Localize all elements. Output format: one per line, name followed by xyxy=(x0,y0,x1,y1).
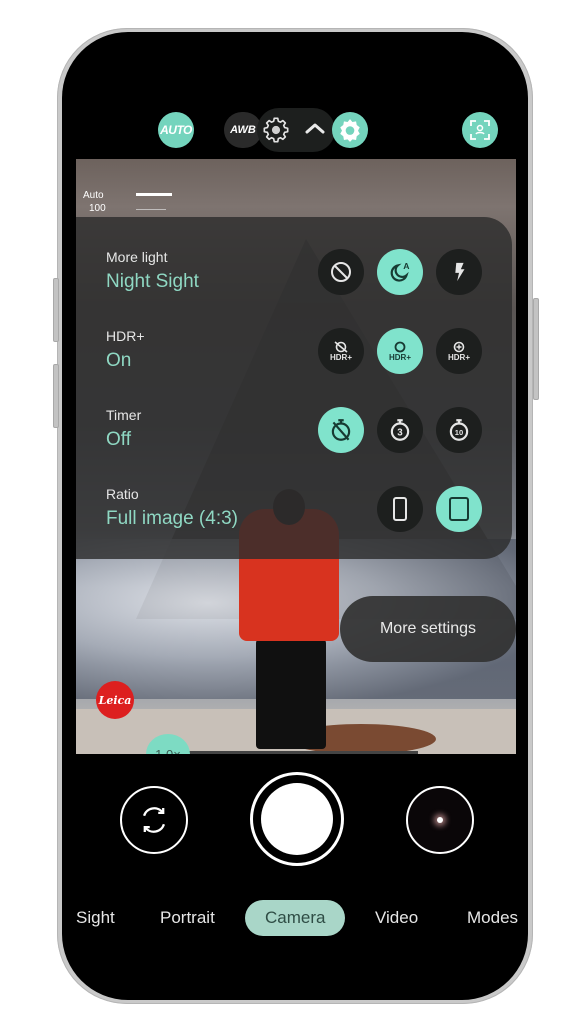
shutter-inner xyxy=(261,783,333,855)
hdr-option-text: HDR+ xyxy=(447,352,470,362)
hdr-enhanced-option[interactable]: HDR+ xyxy=(436,328,482,374)
lens-scan-button[interactable] xyxy=(462,112,498,148)
viewfinder[interactable]: Auto 100 More light Night Sight A HDR+ O… xyxy=(76,159,516,754)
ratio-16-9-icon xyxy=(393,497,407,521)
setting-value: Full image (4:3) xyxy=(106,508,238,529)
scene-person-legs xyxy=(256,639,326,749)
quick-settings-panel: More light Night Sight A HDR+ On HDR+ HD… xyxy=(76,217,512,559)
more-settings-label: More settings xyxy=(379,620,477,637)
setting-row-ratio: Ratio Full image (4:3) xyxy=(106,486,238,530)
hdr-on-icon xyxy=(394,341,406,352)
exposure-gear-button[interactable] xyxy=(332,112,368,148)
zoom-slider-track[interactable] xyxy=(188,751,418,754)
switch-camera-icon xyxy=(143,807,165,833)
side-button-left-upper xyxy=(53,278,59,342)
night-sight-auto-icon: A xyxy=(390,261,410,282)
lens-scan-icon xyxy=(470,120,490,140)
hdr-enhanced-icon xyxy=(453,341,465,352)
ratio-4-3-icon xyxy=(449,497,469,521)
more-settings-button[interactable]: More settings xyxy=(340,596,516,662)
chevron-up-icon[interactable] xyxy=(304,120,326,136)
setting-value: On xyxy=(106,350,132,371)
mode-camera[interactable]: Camera xyxy=(245,900,346,936)
mode-video[interactable]: Video xyxy=(375,900,418,936)
svg-text:A: A xyxy=(403,261,410,271)
setting-row-timer: Timer Off xyxy=(106,407,141,451)
iso-value: 100 xyxy=(89,203,106,214)
setting-value: Night Sight xyxy=(106,271,199,292)
setting-value: Off xyxy=(106,429,131,450)
flash-auto-label: AUTO xyxy=(160,123,192,137)
switch-camera-button[interactable] xyxy=(120,786,188,854)
leica-logo: Leica xyxy=(98,693,132,707)
side-button-right xyxy=(533,298,539,400)
flash-auto-button[interactable]: AUTO xyxy=(158,112,194,148)
setting-row-hdr: HDR+ On xyxy=(106,328,145,372)
camera-screen: AUTO AWB Auto 100 More light Night Sight… xyxy=(62,32,528,1000)
phone-frame: AUTO AWB Auto 100 More light Night Sight… xyxy=(53,28,539,1004)
flash-on-option[interactable] xyxy=(436,249,482,295)
night-sight-auto-option[interactable]: A xyxy=(377,249,423,295)
setting-label: HDR+ xyxy=(106,328,145,344)
timer-3-icon: 3 xyxy=(390,419,410,441)
hdr-option-text: HDR+ xyxy=(388,352,411,362)
timer-off-icon xyxy=(331,419,351,441)
hdr-option-text: HDR+ xyxy=(329,352,352,362)
leica-badge[interactable]: Leica xyxy=(96,681,134,719)
flash-off-icon xyxy=(331,262,351,282)
timer-3-option[interactable]: 3 xyxy=(377,407,423,453)
ratio-4-3-option[interactable] xyxy=(436,486,482,532)
exposure-gear-icon xyxy=(340,119,360,142)
hdr-off-icon xyxy=(334,340,348,353)
flash-on-icon xyxy=(455,262,465,282)
zoom-level-label: 1.0× xyxy=(155,746,181,755)
timer-off-option[interactable] xyxy=(318,407,364,453)
ratio-16-9-option[interactable] xyxy=(377,486,423,532)
exposure-mode: Auto xyxy=(83,190,104,201)
mode-night-sight[interactable]: Sight xyxy=(76,900,115,936)
setting-row-more-light: More light Night Sight xyxy=(106,249,199,293)
mode-selector: Sight Portrait Camera Video Modes xyxy=(62,900,528,936)
exposure-slider-track xyxy=(136,209,166,210)
exposure-readout: Auto 100 xyxy=(83,189,106,215)
timer-3-text: 3 xyxy=(397,427,403,438)
mode-modes[interactable]: Modes xyxy=(467,900,518,936)
thumbnail-preview xyxy=(437,817,443,823)
timer-10-icon: 10 xyxy=(449,419,469,441)
side-button-left-lower xyxy=(53,364,59,428)
hdr-on-option[interactable]: HDR+ xyxy=(377,328,423,374)
setting-label: More light xyxy=(106,249,168,265)
timer-10-text: 10 xyxy=(455,428,463,437)
exposure-slider-indicator[interactable] xyxy=(136,193,172,196)
hdr-off-option[interactable]: HDR+ xyxy=(318,328,364,374)
setting-label: Ratio xyxy=(106,486,139,502)
settings-icon[interactable] xyxy=(262,116,290,144)
setting-label: Timer xyxy=(106,407,142,423)
shutter-button[interactable] xyxy=(250,772,344,866)
awb-label: AWB xyxy=(230,124,256,136)
gallery-thumbnail[interactable] xyxy=(406,786,474,854)
mode-portrait[interactable]: Portrait xyxy=(160,900,215,936)
timer-10-option[interactable]: 10 xyxy=(436,407,482,453)
flash-off-option[interactable] xyxy=(318,249,364,295)
